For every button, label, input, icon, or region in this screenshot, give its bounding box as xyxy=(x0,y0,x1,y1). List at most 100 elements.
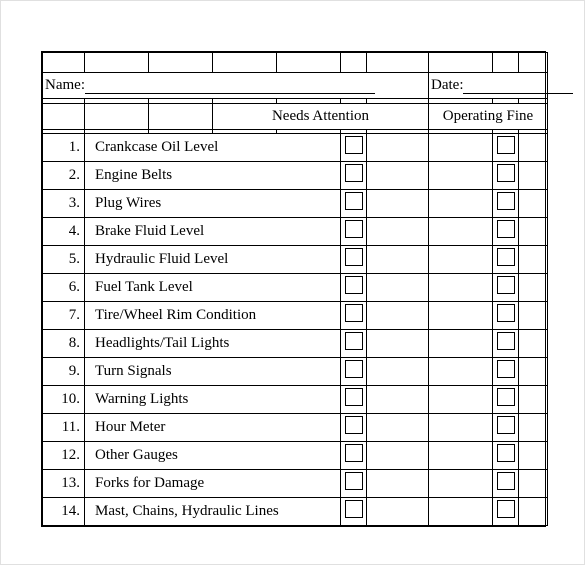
column-headers-row: Needs Attention Operating Fine xyxy=(43,103,548,129)
name-field-line[interactable] xyxy=(85,80,375,94)
spacer-cell xyxy=(519,274,548,302)
operating-fine-cell xyxy=(493,498,519,526)
checklist-row: 8.Headlights/Tail Lights xyxy=(43,330,548,358)
spacer-cell xyxy=(519,302,548,330)
operating-fine-cell xyxy=(493,218,519,246)
operating-fine-checkbox[interactable] xyxy=(497,220,515,238)
checklist-table: Name: Date: Needs Attention Operating Fi… xyxy=(42,52,548,526)
needs-attention-checkbox[interactable] xyxy=(345,472,363,490)
checklist-row: 6.Fuel Tank Level xyxy=(43,274,548,302)
spacer-cell xyxy=(429,162,493,190)
operating-fine-cell xyxy=(493,302,519,330)
spacer-cell xyxy=(519,386,548,414)
spacer-cell xyxy=(429,246,493,274)
operating-fine-checkbox[interactable] xyxy=(497,472,515,490)
needs-attention-checkbox[interactable] xyxy=(345,360,363,378)
needs-attention-checkbox[interactable] xyxy=(345,276,363,294)
spacer-cell xyxy=(429,358,493,386)
needs-attention-checkbox[interactable] xyxy=(345,500,363,518)
spacer-cell xyxy=(367,162,429,190)
spacer-cell xyxy=(429,302,493,330)
spacer-cell xyxy=(519,246,548,274)
needs-attention-checkbox[interactable] xyxy=(345,388,363,406)
spacer-cell xyxy=(519,470,548,498)
spacer-cell xyxy=(367,302,429,330)
operating-fine-checkbox[interactable] xyxy=(497,164,515,182)
needs-attention-cell xyxy=(341,190,367,218)
operating-fine-cell xyxy=(493,190,519,218)
spacer-cell xyxy=(429,134,493,162)
operating-fine-checkbox[interactable] xyxy=(497,276,515,294)
operating-fine-cell xyxy=(493,162,519,190)
name-cell: Name: xyxy=(43,73,429,99)
operating-fine-header: Operating Fine xyxy=(429,103,548,129)
operating-fine-checkbox[interactable] xyxy=(497,248,515,266)
needs-attention-cell xyxy=(341,386,367,414)
spacer-cell xyxy=(429,414,493,442)
operating-fine-checkbox[interactable] xyxy=(497,304,515,322)
operating-fine-cell xyxy=(493,330,519,358)
checklist-row: 14.Mast, Chains, Hydraulic Lines xyxy=(43,498,548,526)
item-label: Fuel Tank Level xyxy=(85,274,341,302)
item-label: Warning Lights xyxy=(85,386,341,414)
needs-attention-checkbox[interactable] xyxy=(345,192,363,210)
operating-fine-checkbox[interactable] xyxy=(497,192,515,210)
needs-attention-checkbox[interactable] xyxy=(345,164,363,182)
name-date-row: Name: Date: xyxy=(43,73,548,99)
needs-attention-cell xyxy=(341,330,367,358)
operating-fine-cell xyxy=(493,470,519,498)
operating-fine-checkbox[interactable] xyxy=(497,416,515,434)
spacer-cell xyxy=(519,442,548,470)
spacer-cell xyxy=(367,330,429,358)
operating-fine-checkbox[interactable] xyxy=(497,388,515,406)
operating-fine-cell xyxy=(493,414,519,442)
page: Name: Date: Needs Attention Operating Fi… xyxy=(0,0,585,565)
item-label: Plug Wires xyxy=(85,190,341,218)
needs-attention-header: Needs Attention xyxy=(213,103,429,129)
item-label: Headlights/Tail Lights xyxy=(85,330,341,358)
operating-fine-cell xyxy=(493,274,519,302)
item-number: 12. xyxy=(43,442,85,470)
checklist-row: 3.Plug Wires xyxy=(43,190,548,218)
needs-attention-cell xyxy=(341,358,367,386)
spacer-cell xyxy=(429,498,493,526)
item-number: 2. xyxy=(43,162,85,190)
operating-fine-checkbox[interactable] xyxy=(497,500,515,518)
spacer-cell xyxy=(519,414,548,442)
needs-attention-cell xyxy=(341,498,367,526)
item-number: 14. xyxy=(43,498,85,526)
operating-fine-checkbox[interactable] xyxy=(497,332,515,350)
spacer-cell xyxy=(429,330,493,358)
spacer-cell xyxy=(429,218,493,246)
spacer-cell xyxy=(367,470,429,498)
spacer-cell xyxy=(367,274,429,302)
item-label: Crankcase Oil Level xyxy=(85,134,341,162)
needs-attention-cell xyxy=(341,218,367,246)
needs-attention-checkbox[interactable] xyxy=(345,444,363,462)
operating-fine-checkbox[interactable] xyxy=(497,136,515,154)
spacer-cell xyxy=(367,386,429,414)
spacer-cell xyxy=(367,498,429,526)
item-number: 6. xyxy=(43,274,85,302)
needs-attention-checkbox[interactable] xyxy=(345,136,363,154)
item-number: 9. xyxy=(43,358,85,386)
item-label: Mast, Chains, Hydraulic Lines xyxy=(85,498,341,526)
spacer-cell xyxy=(367,414,429,442)
spacer-cell xyxy=(519,498,548,526)
needs-attention-checkbox[interactable] xyxy=(345,416,363,434)
needs-attention-checkbox[interactable] xyxy=(345,248,363,266)
name-label: Name: xyxy=(45,77,85,93)
item-number: 5. xyxy=(43,246,85,274)
item-label: Other Gauges xyxy=(85,442,341,470)
needs-attention-checkbox[interactable] xyxy=(345,220,363,238)
needs-attention-checkbox[interactable] xyxy=(345,332,363,350)
needs-attention-checkbox[interactable] xyxy=(345,304,363,322)
checklist-row: 2.Engine Belts xyxy=(43,162,548,190)
date-field-line[interactable] xyxy=(463,80,573,94)
operating-fine-checkbox[interactable] xyxy=(497,360,515,378)
spacer-cell xyxy=(429,190,493,218)
operating-fine-checkbox[interactable] xyxy=(497,444,515,462)
spacer-cell xyxy=(429,442,493,470)
needs-attention-cell xyxy=(341,274,367,302)
checklist-row: 12.Other Gauges xyxy=(43,442,548,470)
